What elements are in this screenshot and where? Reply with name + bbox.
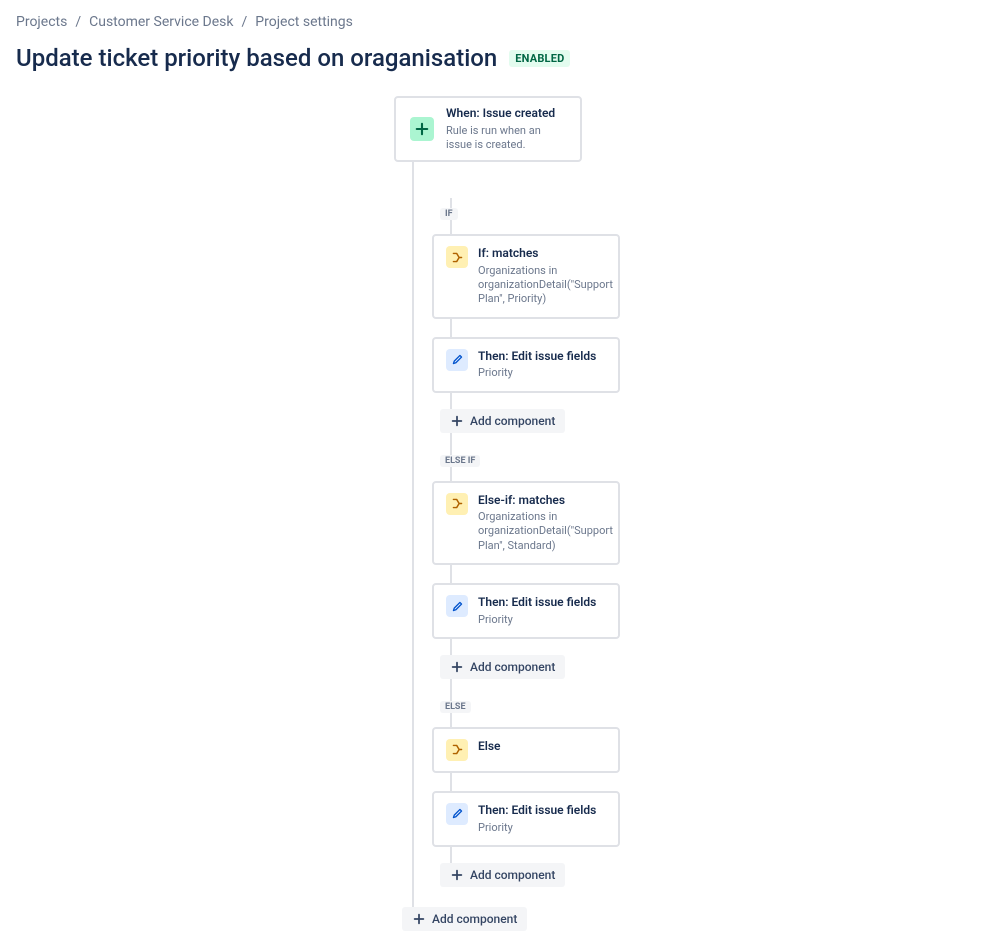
action-title: Then: Edit issue fields [478,803,596,819]
plus-icon [450,868,464,882]
action-node[interactable]: Then: Edit issue fields Priority [432,583,620,639]
add-component-button[interactable]: Add component [440,863,565,887]
add-component-label: Add component [432,912,517,926]
breadcrumb-project-settings[interactable]: Project settings [255,14,353,30]
status-badge: ENABLED [509,50,570,67]
add-component-label: Add component [470,414,555,428]
pencil-icon [446,349,468,371]
breadcrumb-projects[interactable]: Projects [16,14,67,30]
if-group: IF If: matches Organizations in organiza… [432,198,632,432]
plus-icon [410,117,434,141]
breadcrumb-separator: / [241,14,247,30]
page-title: Update ticket priority based on oraganis… [16,44,497,72]
else-label: ELSE [440,701,471,713]
branch-icon [446,493,468,515]
condition-node-if[interactable]: If: matches Organizations in organizatio… [432,234,620,318]
condition-title: Else-if: matches [478,493,606,509]
plus-icon [450,660,464,674]
condition-title: Else [478,739,501,755]
trigger-description: Rule is run when an issue is created. [446,124,566,153]
condition-description: Organizations in organizationDetail("Sup… [478,264,606,307]
action-description: Priority [478,613,596,627]
pencil-icon [446,595,468,617]
elseif-group: ELSE IF Else-if: matches Organizations i… [432,445,632,679]
add-component-label: Add component [470,660,555,674]
action-description: Priority [478,366,596,380]
action-node[interactable]: Then: Edit issue fields Priority [432,337,620,393]
plus-icon [450,414,464,428]
trigger-node[interactable]: When: Issue created Rule is run when an … [394,96,582,162]
breadcrumb-service-desk[interactable]: Customer Service Desk [89,14,233,30]
condition-node-elseif[interactable]: Else-if: matches Organizations in organi… [432,481,620,565]
action-description: Priority [478,821,596,835]
automation-canvas: When: Issue created Rule is run when an … [380,96,999,931]
add-component-root-button[interactable]: Add component [402,907,527,931]
branch-icon [446,246,468,268]
action-title: Then: Edit issue fields [478,349,596,365]
add-component-button[interactable]: Add component [440,655,565,679]
pencil-icon [446,803,468,825]
branch-icon [446,739,468,761]
elseif-label: ELSE IF [440,455,480,467]
add-component-label: Add component [470,868,555,882]
plus-icon [412,912,426,926]
condition-description: Organizations in organizationDetail("Sup… [478,510,606,553]
breadcrumb-separator: / [75,14,81,30]
else-group: ELSE Else Then: Edit issue fields [432,691,632,887]
add-component-button[interactable]: Add component [440,409,565,433]
flow-spine [412,130,414,919]
action-node[interactable]: Then: Edit issue fields Priority [432,791,620,847]
action-title: Then: Edit issue fields [478,595,596,611]
trigger-title: When: Issue created [446,106,566,122]
if-label: IF [440,208,458,220]
breadcrumb: Projects / Customer Service Desk / Proje… [16,14,983,30]
condition-title: If: matches [478,246,606,262]
condition-node-else[interactable]: Else [432,727,620,773]
